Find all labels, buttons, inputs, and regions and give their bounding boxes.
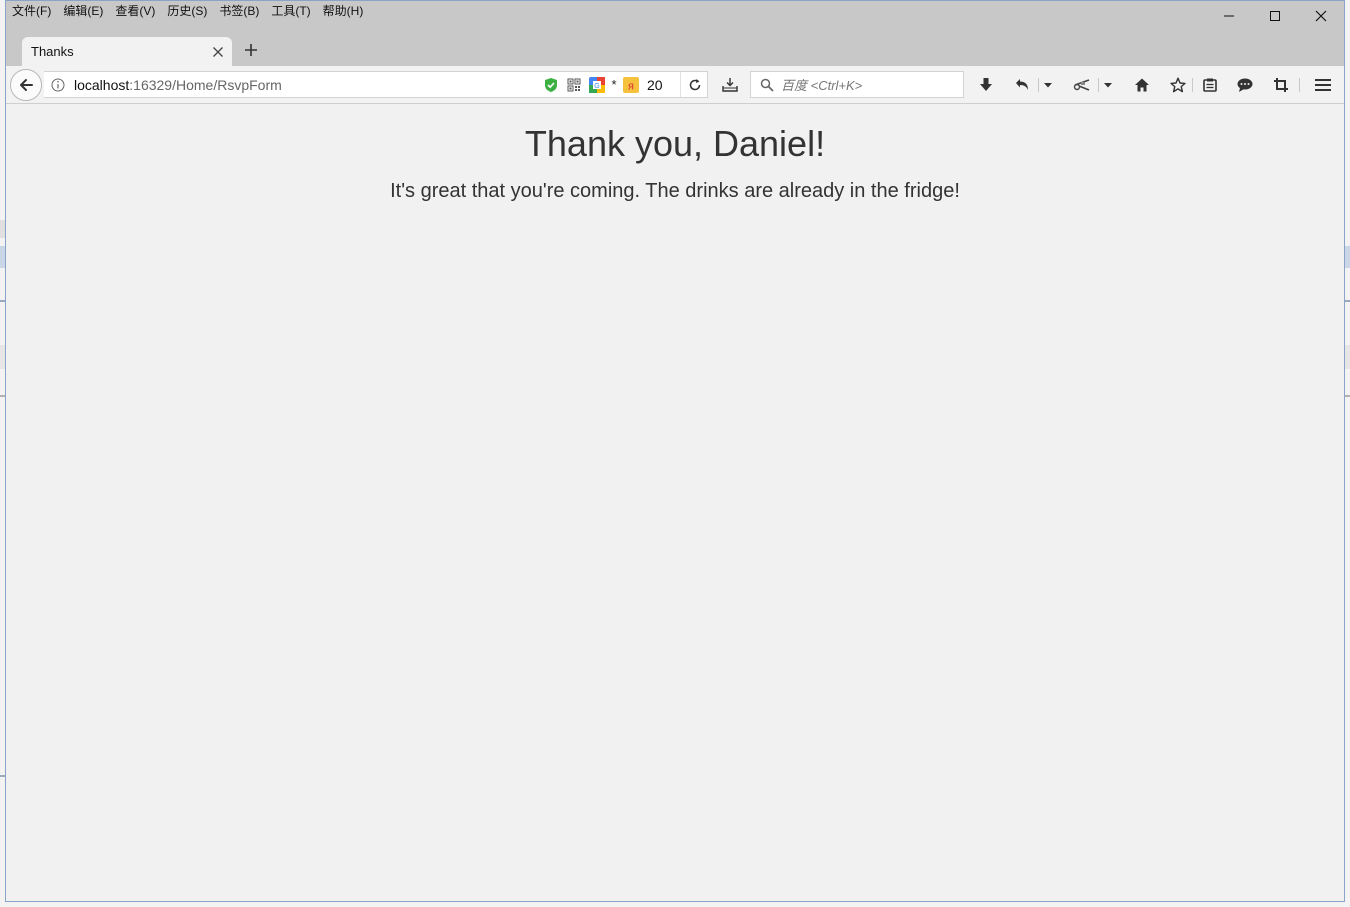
close-icon bbox=[1315, 10, 1327, 22]
chevron-down-icon bbox=[1104, 82, 1112, 87]
undo-dropdown-button[interactable] bbox=[1036, 71, 1060, 98]
minimize-icon bbox=[1224, 15, 1234, 17]
new-tab-button[interactable] bbox=[240, 39, 262, 61]
menu-view[interactable]: 查看(V) bbox=[109, 0, 161, 22]
url-host: localhost bbox=[74, 76, 130, 93]
window-controls bbox=[1206, 0, 1344, 32]
menu-file[interactable]: 文件(F) bbox=[6, 0, 57, 22]
toolbar-separator bbox=[1299, 78, 1300, 92]
url-text[interactable]: localhost:16329/Home/RsvpForm bbox=[74, 77, 282, 93]
menu-tools[interactable]: 工具(T) bbox=[265, 0, 316, 22]
page-message: It's great that you're coming. The drink… bbox=[390, 180, 960, 202]
menu-edit[interactable]: 编辑(E) bbox=[57, 0, 109, 22]
close-window-button[interactable] bbox=[1298, 0, 1344, 32]
maximize-button[interactable] bbox=[1252, 0, 1298, 32]
toolbar-separator bbox=[1192, 78, 1193, 92]
hamburger-menu-icon bbox=[1315, 78, 1331, 91]
site-info-icon[interactable] bbox=[46, 73, 70, 97]
browser-window: 文件(F) 编辑(E) 查看(V) 历史(S) 书签(B) 工具(T) 帮助(H… bbox=[0, 0, 1350, 907]
svg-text:я: я bbox=[628, 80, 634, 92]
search-bar[interactable]: 百度 <Ctrl+K> bbox=[750, 71, 964, 98]
page-content: Thank you, Daniel! It's great that you'r… bbox=[6, 104, 1344, 901]
scissors-icon bbox=[1073, 78, 1090, 91]
yandex-icon[interactable]: я bbox=[620, 74, 642, 96]
chat-button[interactable] bbox=[1231, 71, 1259, 98]
search-icon bbox=[755, 73, 779, 97]
menu-bookmarks[interactable]: 书签(B) bbox=[213, 0, 265, 22]
page-heading: Thank you, Daniel! bbox=[524, 123, 826, 164]
home-button[interactable] bbox=[1128, 71, 1156, 98]
desktop-edge-right bbox=[1344, 0, 1350, 907]
url-extensions: G * я 20 bbox=[540, 72, 663, 97]
tray-download-icon bbox=[722, 77, 738, 92]
menu-bar: 文件(F) 编辑(E) 查看(V) 历史(S) 书签(B) 工具(T) 帮助(H… bbox=[6, 0, 1344, 22]
chevron-down-icon bbox=[1044, 82, 1052, 87]
qr-code-icon[interactable] bbox=[563, 74, 585, 96]
crop-button[interactable] bbox=[1267, 71, 1295, 98]
bookmark-star-button[interactable] bbox=[1164, 71, 1192, 98]
bookmarks-menu-button[interactable] bbox=[1196, 71, 1224, 98]
extension-count: 20 bbox=[647, 76, 663, 93]
download-arrow-icon bbox=[980, 77, 992, 91]
tab-close-button[interactable] bbox=[208, 42, 228, 62]
tab-strip: Thanks bbox=[6, 32, 1344, 66]
menu-history[interactable]: 历史(S) bbox=[161, 0, 213, 22]
speech-bubble-icon bbox=[1237, 78, 1253, 92]
translate-icon[interactable]: G bbox=[586, 74, 608, 96]
undo-icon bbox=[1016, 78, 1028, 90]
extension-star-text: * bbox=[611, 77, 617, 92]
tab-thanks[interactable]: Thanks bbox=[22, 37, 232, 66]
desktop-edge-bottom bbox=[0, 901, 1350, 907]
plus-icon bbox=[245, 44, 257, 56]
clipboard-icon bbox=[1203, 78, 1217, 92]
search-placeholder: 百度 <Ctrl+K> bbox=[781, 78, 863, 93]
star-icon bbox=[1170, 77, 1186, 92]
back-button[interactable] bbox=[10, 69, 42, 101]
shield-icon[interactable] bbox=[540, 74, 562, 96]
reload-icon bbox=[689, 78, 701, 90]
navigation-toolbar: localhost:16329/Home/RsvpForm G * я 20 百… bbox=[6, 66, 1344, 104]
menu-help[interactable]: 帮助(H) bbox=[317, 0, 370, 22]
url-bar[interactable]: localhost:16329/Home/RsvpForm G * я 20 bbox=[44, 71, 708, 98]
svg-text:G: G bbox=[594, 83, 599, 90]
download-tray-button[interactable] bbox=[716, 71, 744, 98]
close-icon bbox=[213, 46, 223, 57]
maximize-icon bbox=[1270, 11, 1280, 21]
tab-title: Thanks bbox=[31, 44, 74, 59]
downloads-button[interactable] bbox=[972, 71, 1000, 98]
minimize-button[interactable] bbox=[1206, 0, 1252, 32]
screenshot-dropdown-button[interactable] bbox=[1096, 71, 1120, 98]
menu-button[interactable] bbox=[1309, 71, 1337, 98]
url-path: :16329/Home/RsvpForm bbox=[129, 76, 282, 93]
undo-close-tab-button[interactable] bbox=[1008, 71, 1036, 98]
reload-button[interactable] bbox=[680, 72, 709, 97]
home-icon bbox=[1135, 78, 1149, 91]
crop-icon bbox=[1274, 77, 1288, 92]
screenshot-button[interactable] bbox=[1068, 71, 1096, 98]
back-arrow-icon bbox=[20, 79, 33, 91]
